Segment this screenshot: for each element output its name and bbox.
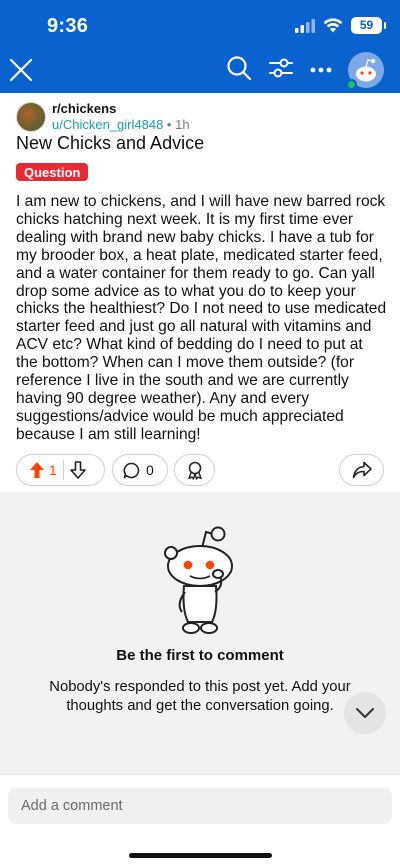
post-actions: 1 0 [16, 454, 384, 486]
cellular-signal-icon [295, 18, 315, 33]
close-button[interactable] [8, 57, 34, 83]
comments-button[interactable]: 0 [112, 454, 168, 486]
chevron-down-icon [356, 708, 374, 718]
comments-section: Be the first to comment Nobody's respond… [0, 492, 400, 774]
vote-divider [62, 460, 64, 480]
search-button[interactable] [226, 55, 252, 86]
empty-comments-description: Nobody's responded to this post yet. Add… [49, 679, 351, 714]
battery-indicator: 59 [351, 17, 386, 34]
status-icons: 59 [295, 17, 386, 34]
vote-control: 1 [16, 454, 105, 486]
award-icon [187, 461, 202, 480]
subreddit-avatar[interactable] [16, 102, 46, 132]
comment-bubble-icon [123, 462, 140, 478]
meta-separator: • [166, 117, 172, 132]
downvote-arrow-icon [69, 461, 86, 479]
author-name[interactable]: u/Chicken_girl4848 [52, 117, 163, 132]
comment-composer [0, 774, 400, 865]
upvote-button[interactable] [29, 461, 45, 479]
author-line: u/Chicken_girl4848 • 1h [52, 117, 190, 133]
close-icon [9, 58, 33, 82]
home-indicator [129, 853, 272, 858]
add-comment-input[interactable] [8, 788, 392, 824]
snoo-mascot-icon [164, 526, 233, 634]
scroll-down-button[interactable] [344, 692, 386, 734]
profile-avatar-button[interactable] [346, 52, 384, 90]
sort-filter-icon [269, 58, 293, 77]
upvote-arrow-icon [30, 462, 44, 478]
post-age: 1h [175, 117, 190, 132]
subreddit-name[interactable]: r/chickens [52, 101, 190, 117]
empty-comments-title: Be the first to comment [116, 647, 284, 664]
post-title: New Chicks and Advice [16, 133, 205, 153]
share-button[interactable] [339, 454, 384, 486]
post-flair[interactable]: Question [16, 163, 89, 181]
sort-filter-button[interactable] [268, 56, 294, 85]
search-icon [227, 55, 252, 80]
more-options-button[interactable] [310, 61, 332, 79]
downvote-button[interactable] [69, 461, 86, 479]
vote-count: 1 [49, 462, 57, 478]
share-arrow-icon [352, 461, 372, 479]
post-body: I am new to chickens, and I will have ne… [16, 193, 387, 443]
header-actions [226, 52, 384, 90]
app-header: 9:36 59 [0, 0, 400, 93]
more-icon [310, 67, 332, 73]
award-button[interactable] [174, 454, 215, 486]
wifi-icon [323, 18, 343, 33]
status-time: 9:36 [47, 15, 89, 37]
comment-count: 0 [146, 462, 154, 478]
post-meta: r/chickens u/Chicken_girl4848 • 1h [16, 101, 190, 133]
online-status-dot [346, 79, 357, 90]
